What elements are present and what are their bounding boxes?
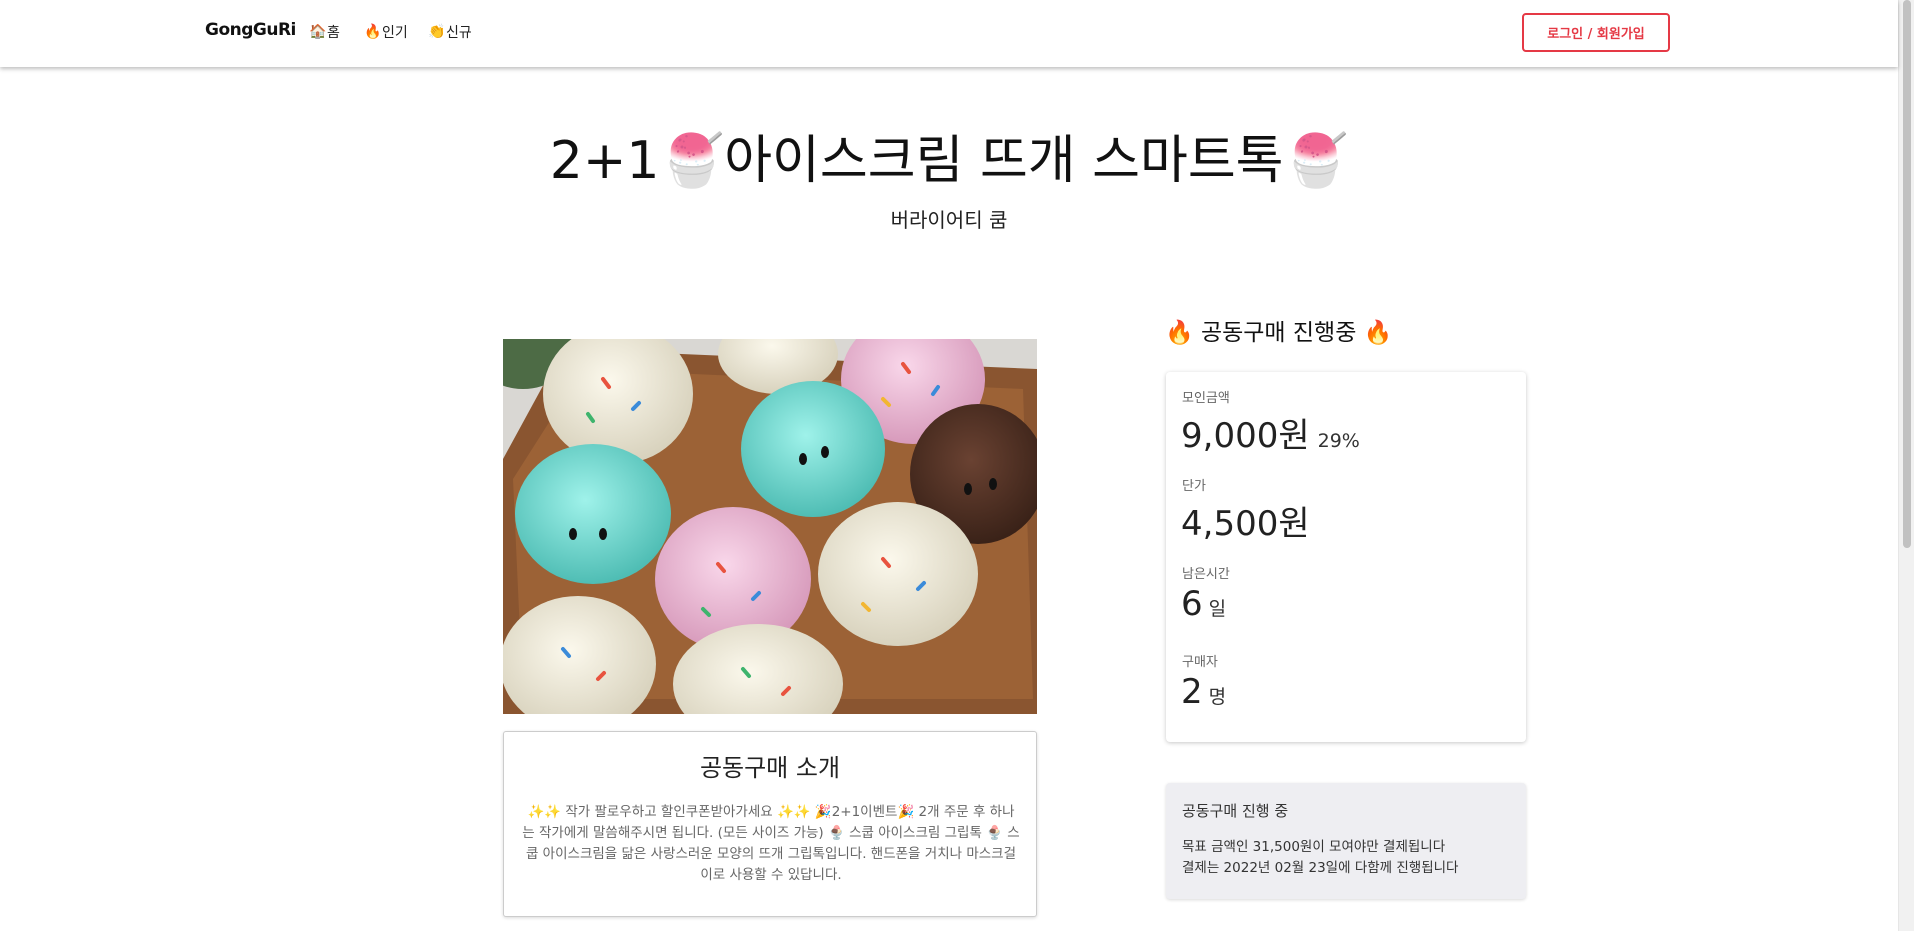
nav-new-label: 신규 [446,25,472,41]
notice-card: 공동구매 진행 중 목표 금액인 31,500원이 모여야만 결제됩니다 결제는… [1166,783,1526,899]
remaining-value: 6 [1181,584,1203,624]
notice-target-line: 목표 금액인 31,500원이 모여야만 결제됩니다 [1182,839,1446,855]
nav-popular-label: 인기 [382,25,408,41]
fire-icon: 🔥 [364,24,382,40]
remaining-label: 남은시간 [1182,567,1230,582]
collected-label: 모인금액 [1182,391,1230,406]
collected-value: 9,000원 [1181,416,1310,456]
intro-body: ✨✨ 작가 팔로우하고 할인쿠폰받아가세요 ✨✨ 🎉2+1이벤트🎉 2개 주문 … [522,804,1020,883]
page-scrollbar[interactable] [1898,0,1914,931]
new-sparkle-icon: 👏 [428,24,446,40]
nav-home[interactable]: 🏠 홈 [309,22,340,42]
product-image [503,339,1037,714]
collected-percent: 29% [1317,430,1360,452]
notice-title: 공동구매 진행 중 [1182,802,1289,820]
buyers-value: 2 [1181,672,1203,712]
product-title: 2+1🍧아이스크림 뜨개 스마트톡🍧 [549,131,1349,191]
intro-title: 공동구매 소개 [699,754,841,782]
top-navbar: GongGuRi 🏠 홈 🔥 인기 👏 신규 로그인 / 회원가입 [0,0,1898,67]
remaining-time: 6일 [1181,584,1226,624]
nav-home-label: 홈 [327,25,340,41]
buyers-count: 2명 [1181,672,1226,712]
login-signup-button[interactable]: 로그인 / 회원가입 [1522,13,1670,52]
nav-new[interactable]: 👏 신규 [428,22,472,42]
status-heading: 🔥 공동구매 진행중 🔥 [1165,320,1393,346]
collected-amount: 9,000원 29% [1181,408,1360,457]
price-value: 4,500원 [1181,504,1310,544]
stats-card: 모인금액 9,000원 29% 단가 4,500원 남은시간 6일 구매자 2명 [1166,372,1526,742]
buyers-label: 구매자 [1182,655,1218,670]
notice-payment-line: 결제는 2022년 02월 23일에 다함께 진행됩니다 [1182,860,1459,876]
price-label: 단가 [1182,479,1206,494]
seller-name: 버라이어티 쿰 [890,208,1008,232]
home-icon: 🏠 [309,24,327,40]
intro-card: 공동구매 소개 ✨✨ 작가 팔로우하고 할인쿠폰받아가세요 ✨✨ 🎉2+1이벤트… [503,731,1037,917]
logo[interactable]: GongGuRi [205,20,296,40]
remaining-unit: 일 [1208,598,1227,620]
scrollbar-thumb[interactable] [1903,0,1911,548]
buyers-unit: 명 [1208,686,1227,708]
nav-popular[interactable]: 🔥 인기 [364,22,408,42]
